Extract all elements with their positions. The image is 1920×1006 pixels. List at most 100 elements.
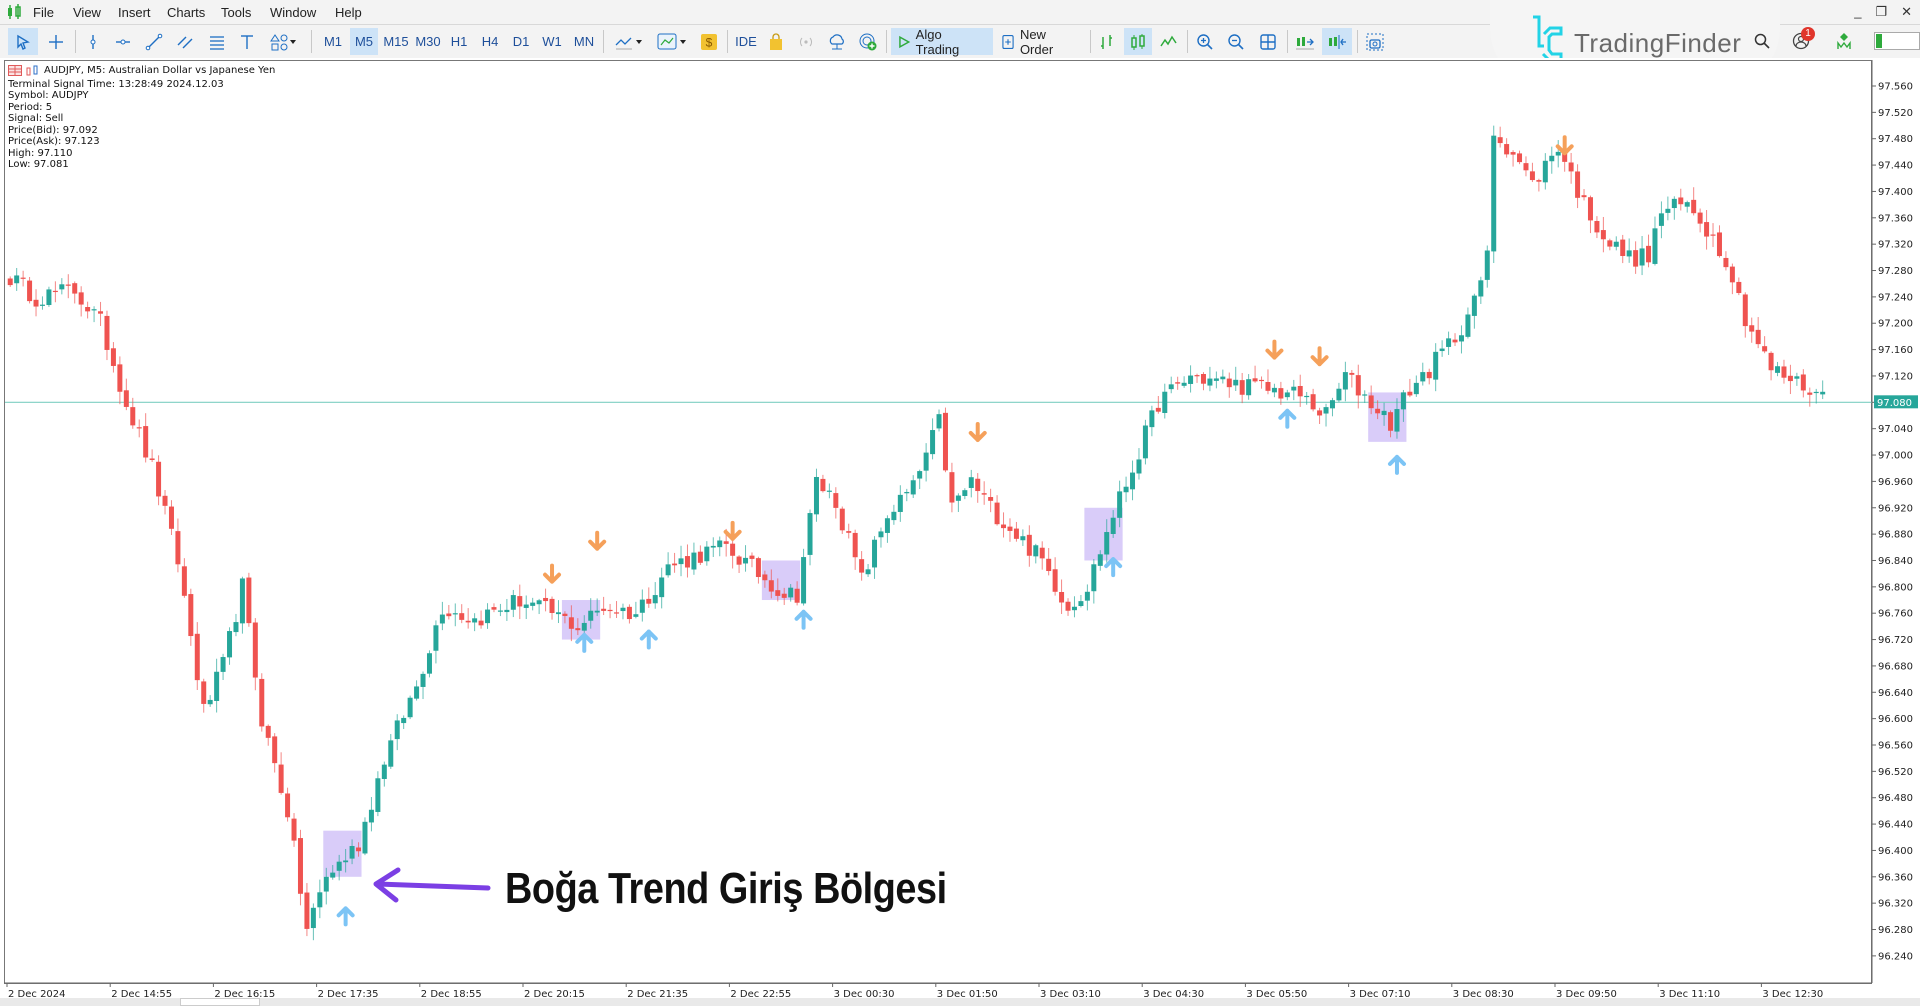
candle	[143, 413, 149, 463]
candle	[691, 542, 697, 575]
candle	[362, 817, 368, 856]
candle-body	[846, 531, 852, 533]
candle	[452, 603, 458, 627]
annotation-arrow-icon	[373, 867, 491, 903]
candle-body	[1329, 400, 1335, 409]
candle-body	[194, 633, 200, 681]
candle-body	[420, 673, 426, 687]
buy-signal-arrow-icon	[1104, 557, 1123, 578]
chart-tab[interactable]	[180, 998, 260, 1006]
candle	[1749, 317, 1755, 343]
candle	[936, 409, 942, 432]
candle	[523, 595, 529, 620]
candle	[704, 541, 710, 566]
indicator-info-panel: AUDJPY, M5: Australian Dollar vs Japanes…	[8, 65, 275, 171]
candle	[1336, 382, 1342, 402]
candle	[472, 613, 478, 632]
candle-body	[549, 598, 555, 613]
candle-body	[981, 493, 987, 495]
signal-arrows	[336, 135, 1574, 927]
candle	[1529, 162, 1535, 183]
candle-body	[652, 595, 658, 604]
candle	[1600, 216, 1606, 253]
candle	[1433, 343, 1439, 392]
buy-signal-arrow-icon	[639, 629, 658, 650]
candle-body	[1400, 392, 1406, 410]
candle	[852, 529, 858, 570]
candle-body	[1142, 425, 1148, 459]
price-tick-label: 97.240	[1878, 292, 1913, 303]
candle-body	[581, 622, 587, 631]
candle	[530, 597, 536, 611]
candle	[65, 274, 71, 299]
candle-body	[1001, 524, 1007, 529]
candle-body	[504, 609, 510, 613]
candle-body	[788, 587, 794, 598]
candle-body	[1323, 407, 1329, 414]
candle-body	[343, 860, 349, 863]
candle-body	[1600, 230, 1606, 240]
candle-body	[1368, 395, 1374, 409]
candle	[1458, 325, 1464, 354]
candle-body	[27, 280, 33, 302]
candle	[684, 544, 690, 578]
candle-body	[839, 508, 845, 531]
candle-body	[1407, 391, 1413, 396]
candle-body	[1542, 160, 1548, 183]
candle-body	[323, 876, 329, 892]
candle	[1723, 251, 1729, 271]
price-tick-label: 96.480	[1878, 793, 1913, 804]
candle	[110, 342, 116, 373]
candle	[1762, 336, 1768, 354]
candle	[1800, 369, 1806, 398]
sell-signal-arrow-icon	[1555, 135, 1574, 156]
candle	[1026, 525, 1032, 567]
candle-body	[1091, 564, 1097, 592]
candle-body	[1155, 407, 1161, 412]
candle-body	[233, 622, 239, 633]
candle-body	[594, 610, 600, 613]
candle-body	[1336, 388, 1342, 401]
candle	[214, 658, 220, 713]
candle	[510, 589, 516, 618]
candle	[104, 310, 110, 361]
candle	[59, 278, 65, 295]
candle-body	[1446, 338, 1452, 347]
candle	[1033, 543, 1039, 564]
candle	[968, 469, 974, 498]
candle-body	[46, 289, 52, 306]
candle	[1497, 126, 1503, 148]
candle	[981, 481, 987, 505]
candle-body	[543, 597, 549, 602]
candle	[7, 276, 13, 287]
candle-body	[452, 613, 458, 615]
candle-body	[1613, 241, 1619, 247]
candle	[1329, 397, 1335, 417]
candle-body	[1497, 137, 1503, 144]
price-tick-label: 97.040	[1878, 424, 1913, 435]
candle-body	[1304, 395, 1310, 398]
candle	[439, 601, 445, 631]
price-tick-label: 96.600	[1878, 714, 1913, 725]
price-tick-label: 97.440	[1878, 161, 1913, 172]
candle	[878, 527, 884, 548]
candle	[1517, 150, 1523, 165]
candle-body	[762, 574, 768, 581]
candle	[491, 603, 497, 613]
candle	[1620, 234, 1626, 264]
candle-body	[272, 736, 278, 764]
candle	[1807, 387, 1813, 407]
candle-body	[1265, 382, 1271, 391]
candle	[1207, 366, 1213, 392]
candle-body	[1800, 374, 1806, 391]
candle-body	[975, 478, 981, 492]
candle	[872, 536, 878, 579]
candle-body	[813, 476, 819, 515]
candle	[1317, 407, 1323, 425]
candle	[659, 567, 665, 609]
candle	[239, 576, 245, 634]
sell-signal-arrow-icon	[723, 520, 742, 541]
price-tick-label: 96.400	[1878, 846, 1913, 857]
candle-body	[1555, 151, 1561, 156]
candlestick-chart[interactable]: 97.560 97.520 97.480 97.440 97.400 97.360 97.3…	[0, 0, 1920, 1006]
